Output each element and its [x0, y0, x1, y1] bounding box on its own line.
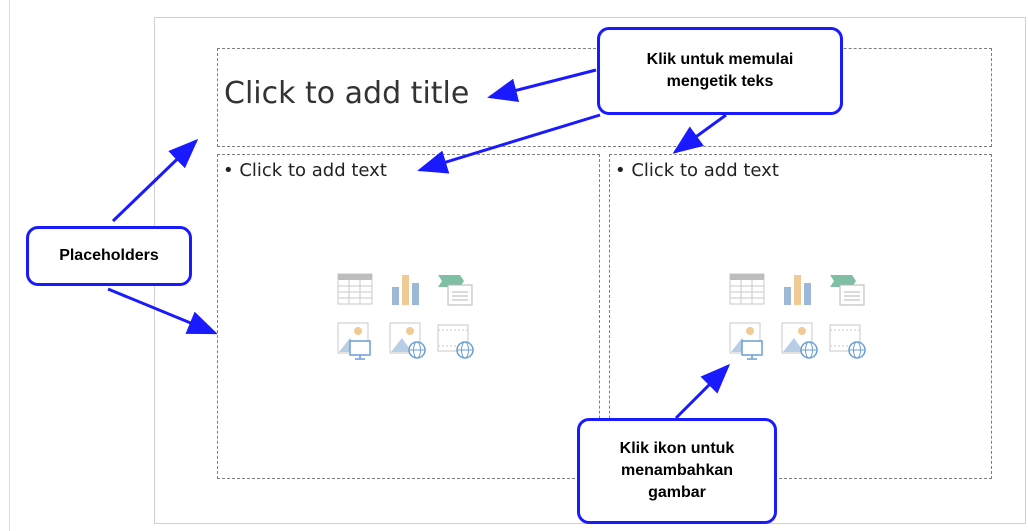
chart-icon[interactable] — [780, 271, 820, 311]
callout-image-line3: gambar — [648, 484, 706, 501]
left-edge-rule — [9, 0, 10, 531]
table-icon[interactable] — [336, 271, 376, 311]
callout-add-image: Klik ikon untuk menambahkan gambar — [577, 418, 777, 524]
table-icon[interactable] — [728, 271, 768, 311]
title-placeholder-text: Click to add title — [224, 76, 470, 111]
online-picture-icon[interactable] — [388, 321, 428, 361]
callout-image-line1: Klik ikon untuk — [619, 440, 735, 457]
chart-icon[interactable] — [388, 271, 428, 311]
left-content-placeholder[interactable]: • Click to add text — [217, 154, 600, 479]
picture-icon[interactable] — [336, 321, 376, 361]
smartart-icon[interactable] — [436, 271, 476, 311]
video-icon[interactable] — [436, 321, 476, 361]
smartart-icon[interactable] — [828, 271, 868, 311]
callout-placeholders: Placeholders — [26, 226, 192, 286]
callout-placeholders-label: Placeholders — [59, 247, 159, 264]
video-icon[interactable] — [828, 321, 868, 361]
callout-typing-line2: mengetik teks — [666, 73, 774, 90]
picture-icon[interactable] — [728, 321, 768, 361]
online-picture-icon[interactable] — [780, 321, 820, 361]
callout-image-line2: menambahkan — [620, 462, 734, 479]
content-icons-left — [336, 271, 486, 371]
callout-start-typing: Klik untuk memulai mengetik teks — [597, 27, 843, 115]
callout-typing-line1: Klik untuk memulai — [646, 51, 794, 68]
content-icons-right — [728, 271, 878, 371]
left-placeholder-text: • Click to add text — [223, 160, 387, 181]
right-placeholder-text: • Click to add text — [615, 160, 779, 181]
